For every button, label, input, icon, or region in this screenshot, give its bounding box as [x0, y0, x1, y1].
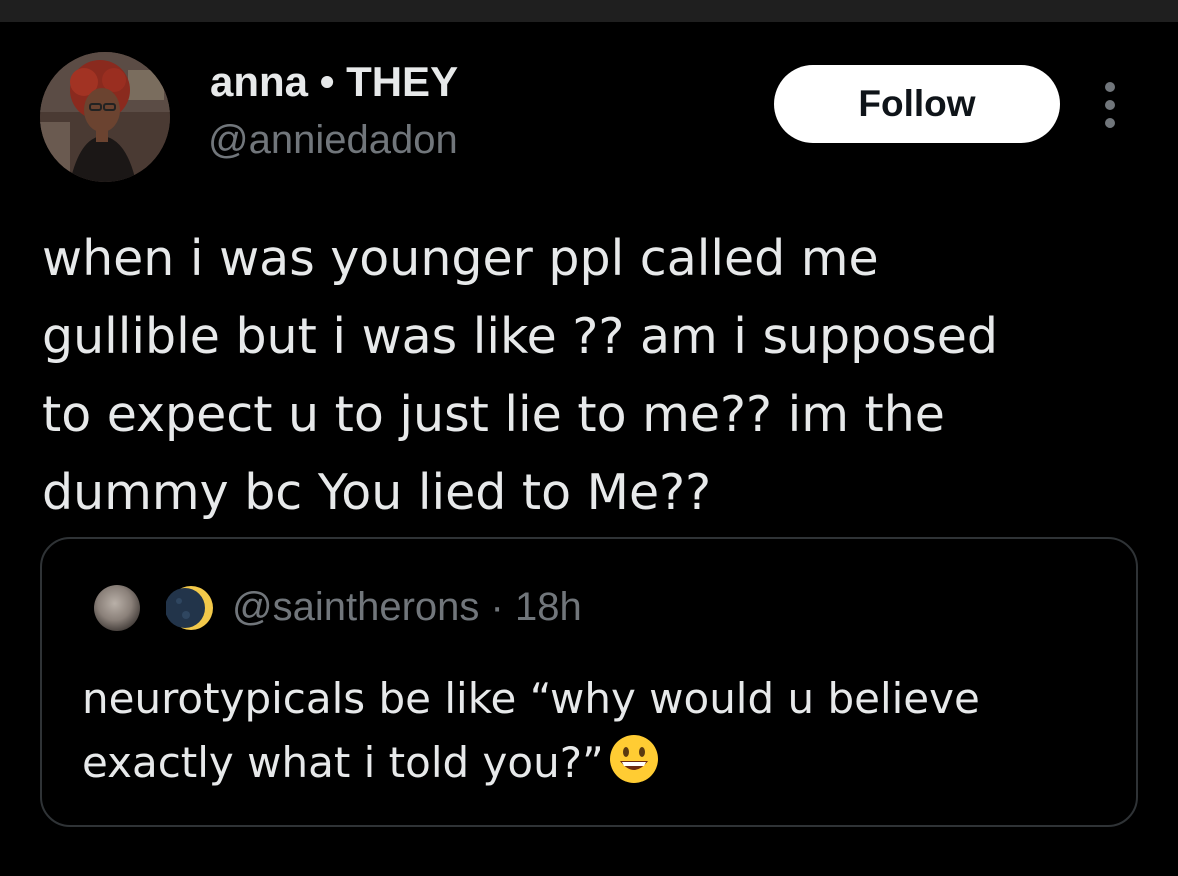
author-display-name[interactable]: anna • THEY — [210, 58, 458, 106]
quoted-author-avatar[interactable] — [94, 585, 140, 631]
more-dot — [1105, 118, 1115, 128]
crescent-moon-icon — [166, 586, 213, 630]
more-dot — [1105, 100, 1115, 110]
follow-button[interactable]: Follow — [774, 65, 1060, 143]
more-dot — [1105, 82, 1115, 92]
grinning-face-icon — [609, 735, 658, 783]
quoted-handle-time[interactable]: @saintherons · 18h — [232, 585, 582, 630]
avatar-image — [40, 52, 170, 182]
quoted-text-content: neurotypicals be like “why would u belie… — [82, 674, 980, 787]
author-handle[interactable]: @anniedadon — [208, 118, 458, 163]
tweet-text: when i was younger ppl called me gullibl… — [42, 230, 999, 521]
more-vertical-icon[interactable] — [1098, 82, 1122, 128]
author-avatar[interactable] — [40, 52, 170, 182]
quoted-tweet-card[interactable]: @saintherons · 18h neurotypicals be like… — [40, 537, 1138, 827]
quoted-tweet-text: neurotypicals be like “why would u belie… — [82, 667, 1112, 795]
top-bar — [0, 0, 1178, 22]
